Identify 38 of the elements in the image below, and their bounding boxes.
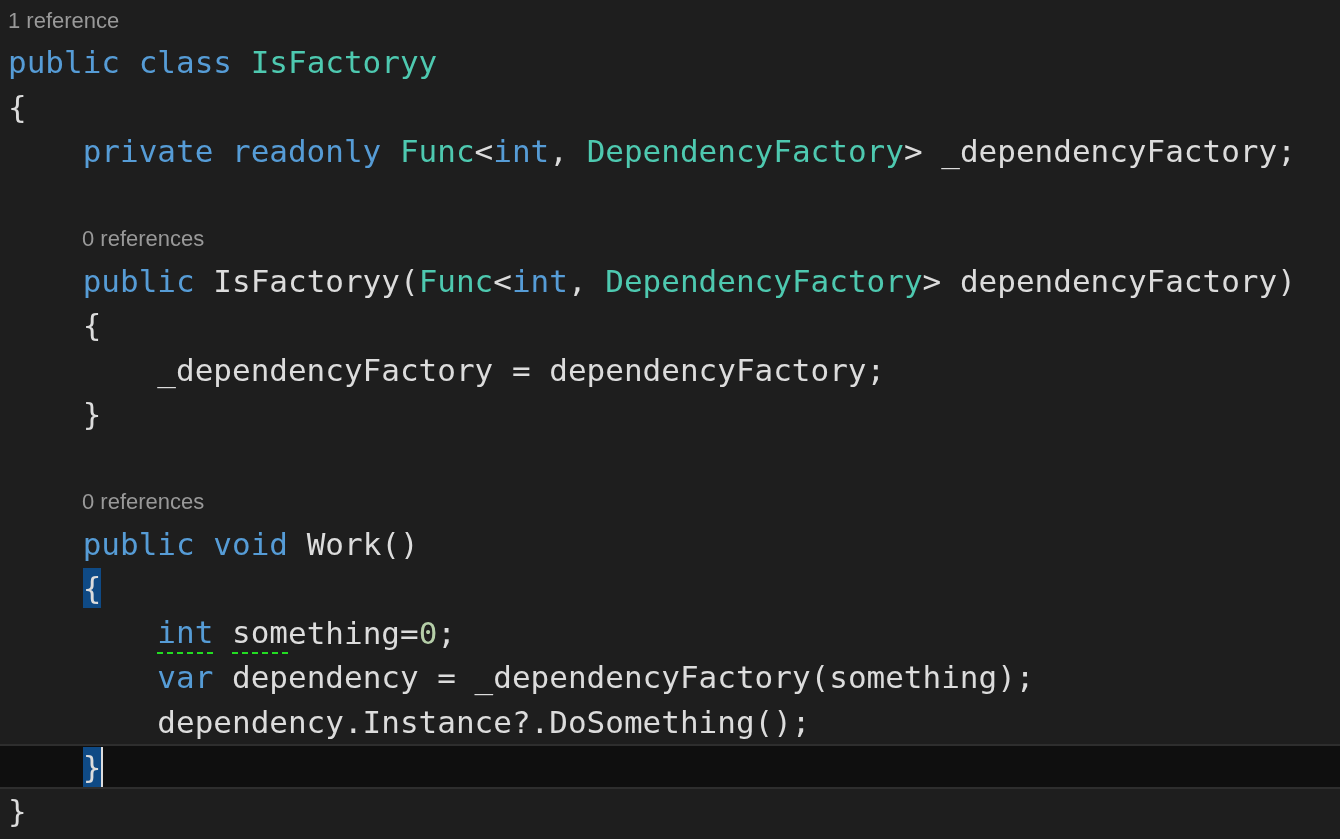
keyword: private readonly bbox=[82, 132, 382, 172]
type-name: Func bbox=[418, 261, 494, 301]
matched-brace: } bbox=[82, 746, 102, 787]
code-text: } bbox=[82, 395, 102, 435]
code-text: Work() bbox=[306, 524, 419, 564]
code-text: dependency = _dependencyFactory(something); bbox=[232, 658, 1035, 698]
code-text: < bbox=[474, 132, 494, 172]
code-text: { bbox=[8, 87, 27, 127]
code-text: _dependencyFactory = dependencyFactory; bbox=[157, 350, 886, 390]
code-text: > _dependencyFactory; bbox=[903, 132, 1296, 172]
keyword: var bbox=[157, 658, 214, 698]
code-text: > dependencyFactory) bbox=[922, 261, 1296, 301]
type-name: Func bbox=[399, 132, 475, 172]
code-text: dependency.Instance?.DoSomething(); bbox=[157, 703, 811, 742]
code-text: ; bbox=[437, 613, 456, 653]
number-literal: 0 bbox=[418, 613, 438, 653]
type-name: DependencyFactory bbox=[605, 261, 923, 301]
warning-squiggle-text: som bbox=[232, 611, 288, 654]
text-cursor bbox=[101, 746, 104, 787]
code-text: ething= bbox=[288, 613, 419, 653]
keyword: int bbox=[493, 132, 550, 172]
code-text: { bbox=[82, 306, 102, 346]
keyword: public bbox=[82, 261, 195, 301]
type-name: DependencyFactory bbox=[586, 132, 904, 172]
matched-brace: { bbox=[82, 568, 102, 609]
code-text: IsFactoryy( bbox=[213, 261, 419, 301]
keyword: int bbox=[511, 261, 568, 301]
keyword: public class bbox=[8, 43, 232, 83]
codelens-link[interactable]: 0 references bbox=[82, 221, 205, 255]
code-text: < bbox=[493, 261, 512, 301]
type-name: IsFactoryy bbox=[250, 43, 438, 83]
code-text: } bbox=[8, 792, 27, 832]
codelens-link[interactable]: 0 references bbox=[82, 484, 205, 518]
code-text: , bbox=[549, 132, 568, 172]
keyword: public void bbox=[82, 524, 288, 564]
warning-squiggle-text: int bbox=[157, 611, 214, 654]
code-text: , bbox=[567, 261, 587, 301]
codelens-link[interactable]: 1 reference bbox=[8, 3, 120, 37]
